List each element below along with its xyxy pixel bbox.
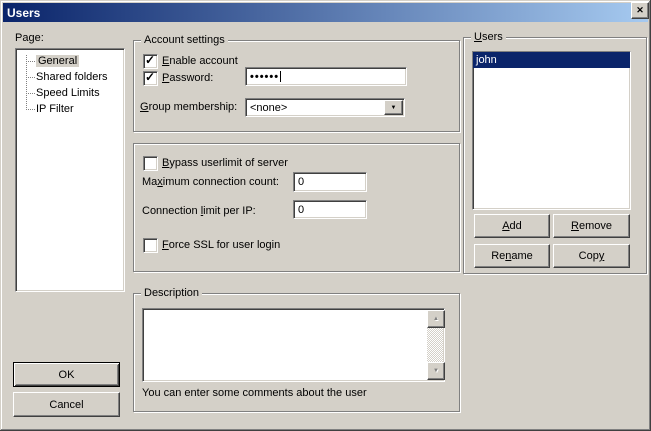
connection-limit-per-ip-label: Connection limit per IP: xyxy=(142,205,256,218)
password-input[interactable]: •••••• xyxy=(245,67,407,86)
force-ssl-checkbox[interactable] xyxy=(143,238,158,253)
scroll-up-button[interactable]: ▲ xyxy=(427,310,445,328)
tree-item-general[interactable]: General xyxy=(36,54,79,70)
remove-button[interactable]: Remove xyxy=(553,214,630,238)
copy-button[interactable]: Copy xyxy=(553,244,630,268)
tree-item-speed-limits[interactable]: Speed Limits xyxy=(36,86,100,102)
tree-connector-line xyxy=(26,55,27,110)
bypass-userlimit-checkbox[interactable] xyxy=(143,156,158,171)
rename-button[interactable]: Rename xyxy=(474,244,550,268)
connection-limit-per-ip-input[interactable]: 0 xyxy=(293,200,367,219)
max-connection-count-input[interactable]: 0 xyxy=(293,172,367,192)
cancel-button[interactable]: Cancel xyxy=(13,392,120,417)
account-settings-group: Account settings xyxy=(133,40,460,132)
group-membership-label: Group membership: xyxy=(140,101,237,114)
list-item[interactable]: john xyxy=(473,52,630,68)
scroll-up-icon: ▲ xyxy=(433,316,439,322)
scroll-down-icon: ▼ xyxy=(433,368,439,374)
add-button[interactable]: Add xyxy=(474,214,550,238)
force-ssl-label: Force SSL for user login xyxy=(162,239,280,252)
enable-account-checkbox[interactable] xyxy=(143,54,158,69)
description-scrollbar[interactable]: ▲ ▼ xyxy=(427,310,443,380)
bypass-userlimit-label: Bypass userlimit of server xyxy=(162,157,288,170)
tree-item-ip-filter[interactable]: IP Filter xyxy=(36,102,74,118)
tree-item-shared-folders[interactable]: Shared folders xyxy=(36,70,108,86)
page-list-label: Page: xyxy=(15,32,44,45)
close-icon: ✕ xyxy=(636,6,644,15)
titlebar: Users xyxy=(3,3,648,22)
password-checkbox[interactable] xyxy=(143,71,158,86)
scroll-down-button[interactable]: ▼ xyxy=(427,362,445,380)
max-connection-count-label: Maximum connection count: xyxy=(142,176,279,189)
description-title: Description xyxy=(141,287,202,300)
description-textarea[interactable]: ▲ ▼ xyxy=(142,308,445,382)
description-hint: You can enter some comments about the us… xyxy=(142,387,367,400)
group-membership-select[interactable]: <none> ▼ xyxy=(245,98,405,117)
password-label: Password: xyxy=(162,72,213,85)
users-group-title: Users xyxy=(471,31,506,44)
window-title: Users xyxy=(3,6,40,20)
dropdown-arrow-icon: ▼ xyxy=(391,105,397,111)
close-button[interactable]: ✕ xyxy=(631,2,649,19)
users-list[interactable]: john xyxy=(472,51,631,210)
ok-button[interactable]: OK xyxy=(13,362,120,387)
enable-account-label: Enable account xyxy=(162,55,238,68)
page-tree[interactable]: General Shared folders Speed Limits IP F… xyxy=(15,48,125,292)
dropdown-arrow-button[interactable]: ▼ xyxy=(384,100,403,115)
account-settings-title: Account settings xyxy=(141,34,228,47)
users-dialog: Users ✕ Page: General Shared folders Spe… xyxy=(0,0,651,431)
